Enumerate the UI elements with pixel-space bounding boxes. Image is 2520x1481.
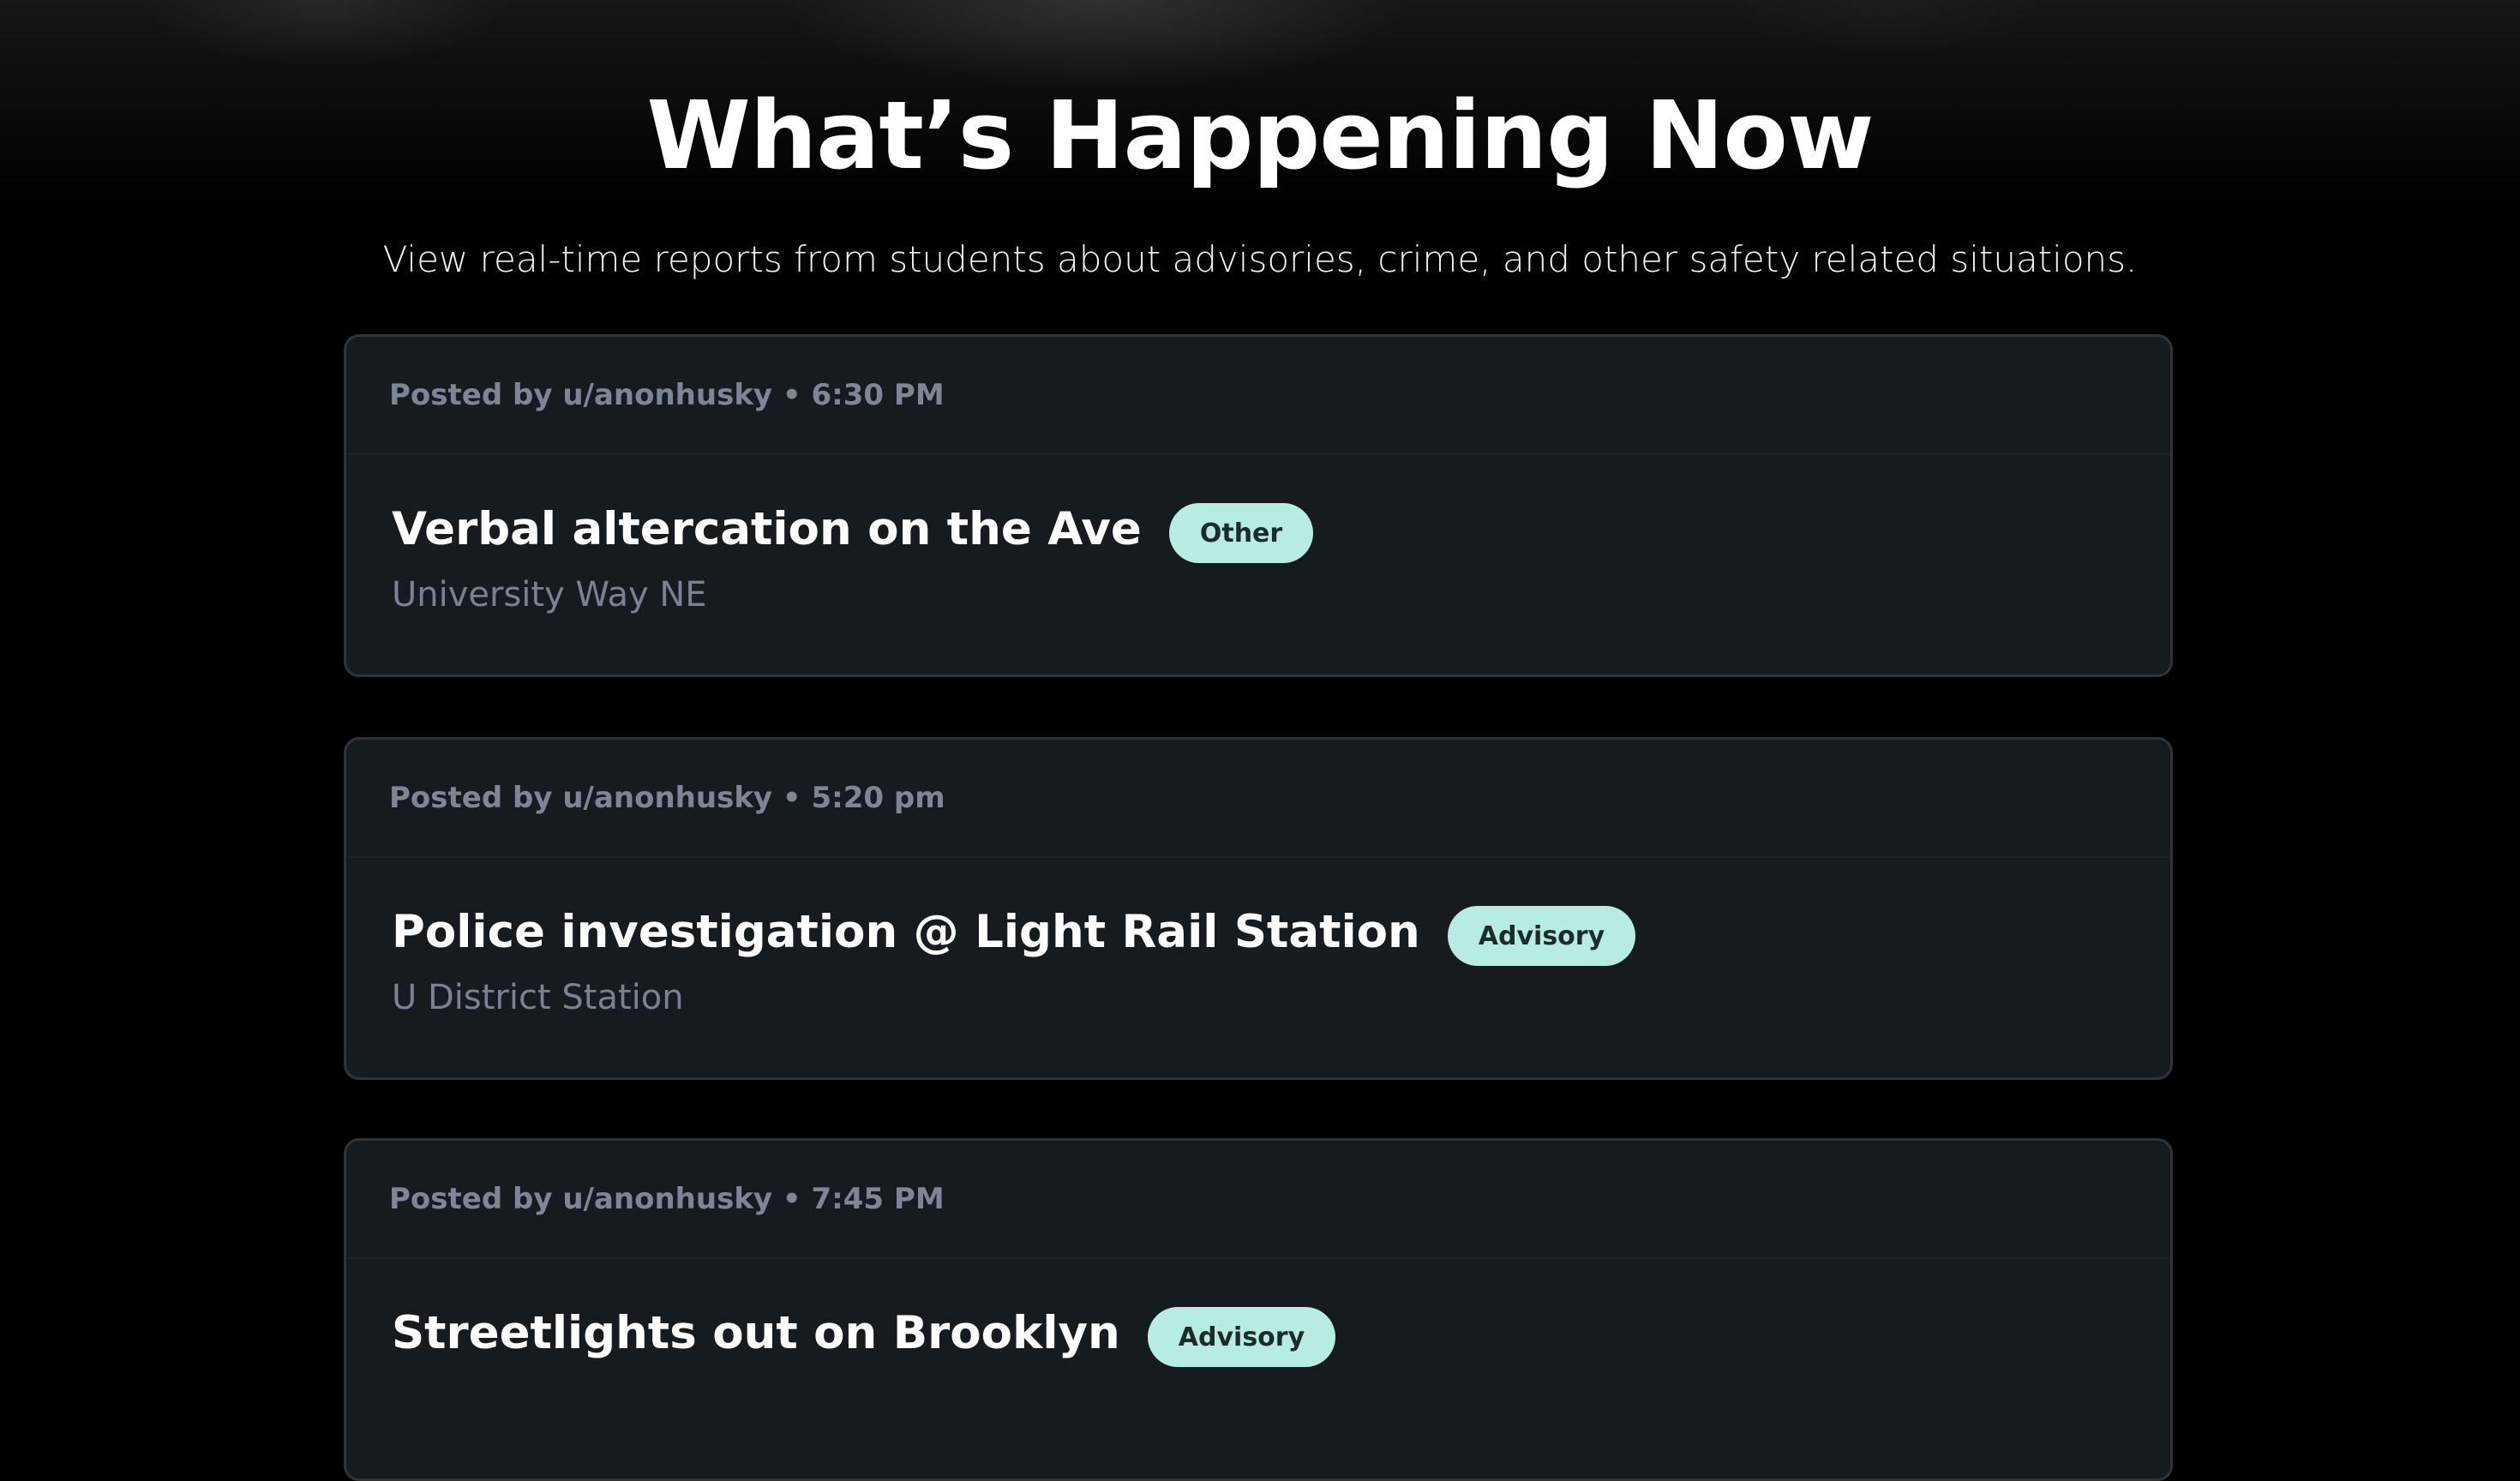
report-title-row: Verbal altercation on the Ave Other xyxy=(392,495,2170,563)
report-card[interactable]: Posted by u/anonhusky • 5:20 pm Police i… xyxy=(344,737,2173,1080)
category-badge: Other xyxy=(1168,503,1314,563)
post-meta: Posted by u/anonhusky • 5:20 pm xyxy=(389,781,945,815)
report-title-row: Police investigation @ Light Rail Statio… xyxy=(392,897,2170,966)
post-meta: Posted by u/anonhusky • 6:30 PM xyxy=(389,378,945,412)
report-card-header: Posted by u/anonhusky • 6:30 PM xyxy=(346,337,2170,455)
report-card[interactable]: Posted by u/anonhusky • 6:30 PM Verbal a… xyxy=(344,334,2173,677)
page-subtitle: View real-time reports from students abo… xyxy=(382,238,2138,280)
report-card[interactable]: Posted by u/anonhusky • 7:45 PM Streetli… xyxy=(344,1138,2173,1481)
report-location: U District Station xyxy=(392,978,684,1017)
report-title[interactable]: Streetlights out on Brooklyn xyxy=(392,1307,1120,1359)
report-card-body: Verbal altercation on the Ave Other Univ… xyxy=(346,455,2170,615)
report-card-header: Posted by u/anonhusky • 5:20 pm xyxy=(346,740,2170,858)
page-title: What’s Happening Now xyxy=(646,81,1874,190)
report-title[interactable]: Police investigation @ Light Rail Statio… xyxy=(392,906,1420,958)
report-card-header: Posted by u/anonhusky • 7:45 PM xyxy=(346,1141,2170,1259)
category-badge: Advisory xyxy=(1447,906,1636,966)
report-card-body: Police investigation @ Light Rail Statio… xyxy=(346,858,2170,1017)
report-card-body: Streetlights out on Brooklyn Advisory xyxy=(346,1259,2170,1367)
report-title-row: Streetlights out on Brooklyn Advisory xyxy=(392,1298,2170,1367)
report-location: University Way NE xyxy=(392,575,707,615)
post-meta: Posted by u/anonhusky • 7:45 PM xyxy=(389,1182,945,1216)
category-badge: Advisory xyxy=(1147,1307,1336,1367)
report-title[interactable]: Verbal altercation on the Ave xyxy=(392,503,1142,555)
